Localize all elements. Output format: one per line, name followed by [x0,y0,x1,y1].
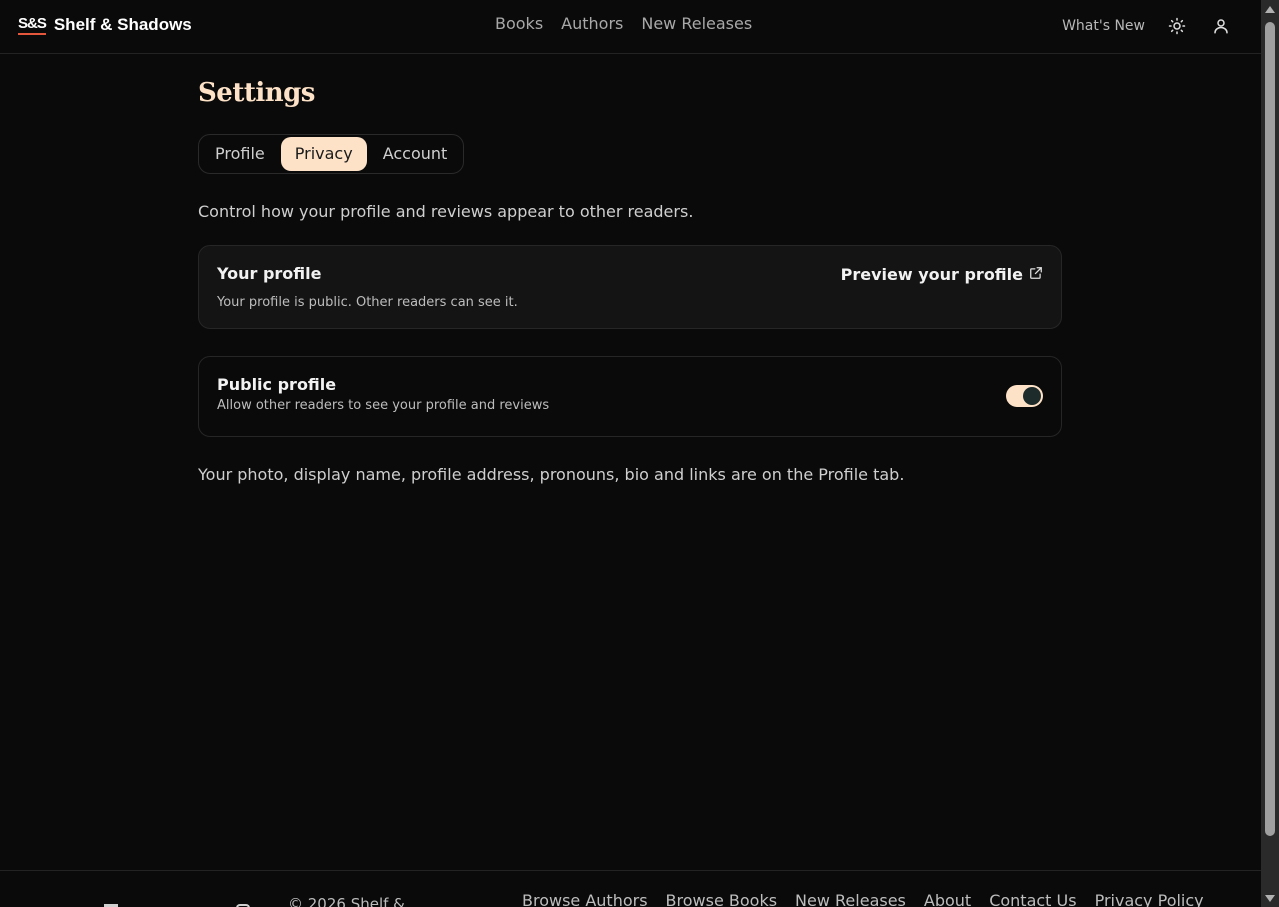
settings-content: Settings Profile Privacy Account Control… [198,78,1062,484]
public-profile-title: Public profile [217,375,337,394]
header-actions: What's New [1062,14,1233,38]
footer-link-contact-us[interactable]: Contact Us [989,891,1076,907]
footer-link-new-releases[interactable]: New Releases [795,891,906,907]
brand-name: Shelf & Shadows [53,15,192,34]
sun-icon[interactable] [1165,14,1189,38]
footer-link-browse-authors[interactable]: Browse Authors [522,891,648,907]
brand-mark: S&S [18,15,47,35]
privacy-intro: Control how your profile and reviews app… [198,202,694,221]
site-footer: © 2026 Shelf & Browse Authors Browse Boo… [0,870,1261,907]
user-icon[interactable] [1209,14,1233,38]
profile-tab-note: Your photo, display name, profile addres… [198,465,905,484]
toggle-knob [1023,387,1041,405]
tab-privacy[interactable]: Privacy [280,137,367,171]
public-profile-toggle[interactable] [1006,385,1043,407]
footer-links: Browse Authors Browse Books New Releases… [522,891,1204,907]
copyright-text: © 2026 Shelf & [288,895,405,907]
preview-profile-link[interactable]: Preview your profile [841,265,1043,284]
tab-profile[interactable]: Profile [201,137,279,171]
settings-tabs: Profile Privacy Account [198,134,465,174]
tab-account[interactable]: Account [369,137,462,171]
scrollbar-thumb[interactable] [1265,22,1275,836]
external-link-icon [1029,265,1043,284]
nav-new-releases[interactable]: New Releases [641,14,752,33]
footer-link-about[interactable]: About [924,891,971,907]
vertical-scrollbar[interactable] [1261,0,1279,907]
preview-profile-label: Preview your profile [840,265,1023,284]
public-profile-setting: Public profile Allow other readers to se… [198,356,1062,437]
viewport: S&S Shelf & Shadows Books Authors New Re… [0,0,1261,907]
profile-status-card: Your profile Your profile is public. Oth… [198,245,1062,329]
main-nav: Books Authors New Releases [495,14,752,33]
brand-logo[interactable]: S&S Shelf & Shadows [18,15,192,35]
top-navigation-bar: S&S Shelf & Shadows Books Authors New Re… [0,0,1261,54]
nav-books[interactable]: Books [495,14,543,33]
nav-authors[interactable]: Authors [561,14,623,33]
profile-visibility-status: Your profile is public. Other readers ca… [217,295,518,310]
footer-link-browse-books[interactable]: Browse Books [666,891,778,907]
footer-link-privacy-policy[interactable]: Privacy Policy [1095,891,1204,907]
page-title: Settings [198,78,315,108]
public-profile-description: Allow other readers to see your profile … [217,398,550,413]
whats-new-link[interactable]: What's New [1062,18,1145,34]
scroll-up-arrow-icon[interactable] [1265,6,1275,13]
scroll-down-arrow-icon[interactable] [1265,895,1275,902]
